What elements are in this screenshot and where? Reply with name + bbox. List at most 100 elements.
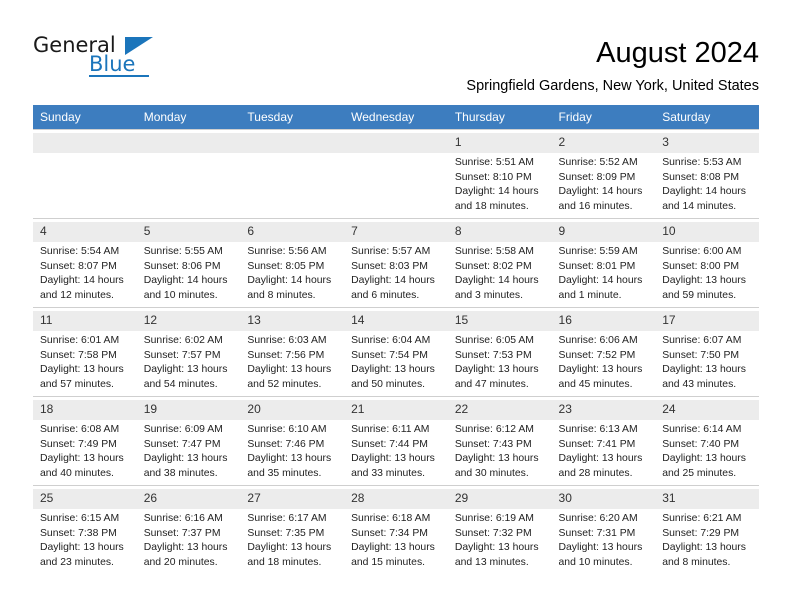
day-cell-inner (240, 129, 345, 218)
daylight-text-line2: and 3 minutes. (454, 289, 523, 301)
daylight-text-line2: and 33 minutes. (351, 467, 426, 479)
day-cell-inner: 25 Sunrise: 6:15 AM Sunset: 7:38 PM Dayligh… (33, 485, 137, 574)
sunset-text: Sunset: 7:47 PM (143, 438, 221, 450)
sunrise-text: Sunrise: 5:57 AM (351, 246, 431, 257)
logo[interactable]: General Blue (33, 34, 163, 82)
day-cell-content: 11 Sunrise: 6:01 AM Sunset: 7:58 PM Dayligh… (33, 308, 137, 392)
calendar-day-cell[interactable]: 18 Sunrise: 6:08 AM Sunset: 7:49 PM Dayligh… (33, 396, 137, 485)
day-details: Sunrise: 6:11 AM Sunset: 7:44 PM Daylight:… (351, 420, 442, 481)
calendar-day-cell[interactable]: 20 Sunrise: 6:10 AM Sunset: 7:46 PM Dayligh… (240, 396, 345, 485)
sunrise-text: Sunrise: 6:17 AM (247, 513, 327, 524)
calendar-day-cell[interactable]: 13 Sunrise: 6:03 AM Sunset: 7:56 PM Dayligh… (240, 307, 345, 396)
calendar-day-cell[interactable]: 28 Sunrise: 6:18 AM Sunset: 7:34 PM Dayligh… (344, 485, 448, 574)
sunrise-text: Sunrise: 6:12 AM (454, 424, 534, 435)
day-cell-content: 21 Sunrise: 6:11 AM Sunset: 7:44 PM Dayligh… (344, 397, 448, 481)
day-number: 10 (655, 222, 759, 242)
day-number: 19 (136, 400, 241, 420)
day-number: 22 (447, 400, 552, 420)
day-cell-inner: 15 Sunrise: 6:05 AM Sunset: 7:53 PM Dayligh… (447, 307, 552, 396)
weekday-header-saturday: Saturday (655, 105, 759, 129)
day-details: Sunrise: 5:51 AM Sunset: 8:10 PM Daylight:… (455, 153, 546, 214)
day-number (344, 133, 448, 153)
calendar-day-cell[interactable]: 7 Sunrise: 5:57 AM Sunset: 8:03 PM Daylight… (344, 218, 448, 307)
day-number (240, 133, 345, 153)
day-details: Sunrise: 6:02 AM Sunset: 7:57 PM Daylight:… (144, 331, 235, 392)
sunset-text: Sunset: 7:44 PM (351, 438, 428, 450)
calendar-week-row: 25 Sunrise: 6:15 AM Sunset: 7:38 PM Dayligh… (33, 485, 759, 574)
day-number: 18 (33, 400, 137, 420)
day-cell-content: 12 Sunrise: 6:02 AM Sunset: 7:57 PM Dayligh… (136, 308, 241, 392)
day-cell-content: 7 Sunrise: 5:57 AM Sunset: 8:03 PM Daylight… (344, 219, 448, 303)
calendar-day-cell[interactable]: 8 Sunrise: 5:58 AM Sunset: 8:02 PM Daylight… (447, 218, 552, 307)
calendar-day-cell[interactable]: 12 Sunrise: 6:02 AM Sunset: 7:57 PM Dayligh… (136, 307, 241, 396)
calendar-day-cell[interactable]: 16 Sunrise: 6:06 AM Sunset: 7:52 PM Dayligh… (551, 307, 656, 396)
sunrise-text: Sunrise: 5:52 AM (558, 157, 638, 168)
calendar-day-cell[interactable]: 23 Sunrise: 6:13 AM Sunset: 7:41 PM Dayligh… (551, 396, 656, 485)
day-cell-inner: 21 Sunrise: 6:11 AM Sunset: 7:44 PM Dayligh… (344, 396, 448, 485)
day-details: Sunrise: 6:17 AM Sunset: 7:35 PM Daylight:… (247, 509, 338, 570)
daylight-text-line1: Daylight: 13 hours (558, 453, 643, 465)
day-cell-inner: 22 Sunrise: 6:12 AM Sunset: 7:43 PM Dayligh… (447, 396, 552, 485)
day-details: Sunrise: 6:15 AM Sunset: 7:38 PM Daylight:… (40, 509, 131, 570)
day-cell-content: 22 Sunrise: 6:12 AM Sunset: 7:43 PM Dayligh… (447, 397, 552, 481)
calendar-day-cell[interactable]: 1 Sunrise: 5:51 AM Sunset: 8:10 PM Daylight… (447, 129, 552, 218)
sunset-text: Sunset: 8:08 PM (662, 171, 740, 183)
calendar-day-cell[interactable]: 15 Sunrise: 6:05 AM Sunset: 7:53 PM Dayligh… (447, 307, 552, 396)
day-number: 7 (344, 222, 448, 242)
calendar-day-cell[interactable]: 19 Sunrise: 6:09 AM Sunset: 7:47 PM Dayligh… (136, 396, 241, 485)
sunrise-text: Sunrise: 6:00 AM (662, 246, 742, 257)
day-number (136, 133, 241, 153)
sunset-text: Sunset: 7:40 PM (662, 438, 740, 450)
calendar-day-cell[interactable]: 22 Sunrise: 6:12 AM Sunset: 7:43 PM Dayligh… (447, 396, 552, 485)
day-cell-content: 8 Sunrise: 5:58 AM Sunset: 8:02 PM Daylight… (447, 219, 552, 303)
sunrise-text: Sunrise: 5:51 AM (454, 157, 534, 168)
sunrise-text: Sunrise: 5:53 AM (662, 157, 742, 168)
calendar-day-cell[interactable]: 10 Sunrise: 6:00 AM Sunset: 8:00 PM Dayligh… (655, 218, 759, 307)
logo-text-blue: Blue (89, 52, 136, 76)
sunset-text: Sunset: 7:50 PM (662, 349, 740, 361)
calendar-day-cell[interactable]: 21 Sunrise: 6:11 AM Sunset: 7:44 PM Dayligh… (344, 396, 448, 485)
day-cell-content: 30 Sunrise: 6:20 AM Sunset: 7:31 PM Dayligh… (551, 486, 656, 570)
calendar-day-cell[interactable]: 11 Sunrise: 6:01 AM Sunset: 7:58 PM Dayligh… (33, 307, 137, 396)
calendar-day-cell[interactable]: 30 Sunrise: 6:20 AM Sunset: 7:31 PM Dayligh… (551, 485, 656, 574)
calendar-day-cell[interactable]: 25 Sunrise: 6:15 AM Sunset: 7:38 PM Dayligh… (33, 485, 137, 574)
calendar-day-cell[interactable]: 14 Sunrise: 6:04 AM Sunset: 7:54 PM Dayligh… (344, 307, 448, 396)
calendar-day-cell[interactable]: 9 Sunrise: 5:59 AM Sunset: 8:01 PM Daylight… (551, 218, 656, 307)
sunset-text: Sunset: 7:41 PM (558, 438, 636, 450)
sunrise-text: Sunrise: 6:13 AM (558, 424, 638, 435)
daylight-text-line2: and 12 minutes. (40, 289, 114, 301)
day-number: 4 (33, 222, 137, 242)
sunset-text: Sunset: 7:53 PM (454, 349, 532, 361)
day-cell-content: 27 Sunrise: 6:17 AM Sunset: 7:35 PM Dayligh… (240, 486, 345, 570)
calendar-day-cell[interactable]: 27 Sunrise: 6:17 AM Sunset: 7:35 PM Dayligh… (240, 485, 345, 574)
calendar-day-cell[interactable]: 29 Sunrise: 6:19 AM Sunset: 7:32 PM Dayligh… (447, 485, 552, 574)
day-cell-inner (33, 129, 137, 218)
calendar-day-cell[interactable]: 31 Sunrise: 6:21 AM Sunset: 7:29 PM Dayligh… (655, 485, 759, 574)
calendar-day-cell[interactable]: 24 Sunrise: 6:14 AM Sunset: 7:40 PM Dayligh… (655, 396, 759, 485)
day-cell-content: 17 Sunrise: 6:07 AM Sunset: 7:50 PM Dayligh… (655, 308, 759, 392)
sunrise-text: Sunrise: 6:14 AM (662, 424, 742, 435)
day-cell-inner: 28 Sunrise: 6:18 AM Sunset: 7:34 PM Dayligh… (344, 485, 448, 574)
day-cell-inner: 8 Sunrise: 5:58 AM Sunset: 8:02 PM Daylight… (447, 218, 552, 307)
daylight-text-line1: Daylight: 13 hours (454, 542, 539, 554)
sunset-text: Sunset: 7:52 PM (558, 349, 636, 361)
day-cell-content: 20 Sunrise: 6:10 AM Sunset: 7:46 PM Dayligh… (240, 397, 345, 481)
calendar-day-cell[interactable]: 17 Sunrise: 6:07 AM Sunset: 7:50 PM Dayligh… (655, 307, 759, 396)
daylight-text-line1: Daylight: 13 hours (558, 364, 643, 376)
day-cell-inner: 17 Sunrise: 6:07 AM Sunset: 7:50 PM Dayligh… (655, 307, 759, 396)
sunset-text: Sunset: 7:43 PM (454, 438, 532, 450)
daylight-text-line2: and 28 minutes. (558, 467, 633, 479)
daylight-text-line1: Daylight: 13 hours (143, 453, 228, 465)
calendar-day-cell[interactable]: 6 Sunrise: 5:56 AM Sunset: 8:05 PM Daylight… (240, 218, 345, 307)
calendar-day-cell[interactable]: 26 Sunrise: 6:16 AM Sunset: 7:37 PM Dayligh… (136, 485, 241, 574)
daylight-text-line1: Daylight: 13 hours (40, 364, 124, 376)
day-cell-inner: 13 Sunrise: 6:03 AM Sunset: 7:56 PM Dayligh… (240, 307, 345, 396)
day-details: Sunrise: 5:55 AM Sunset: 8:06 PM Daylight:… (144, 242, 235, 303)
sunrise-text: Sunrise: 6:11 AM (351, 424, 430, 435)
calendar-day-cell[interactable]: 3 Sunrise: 5:53 AM Sunset: 8:08 PM Daylight… (655, 129, 759, 218)
calendar-day-cell[interactable]: 5 Sunrise: 5:55 AM Sunset: 8:06 PM Daylight… (136, 218, 241, 307)
calendar-day-cell[interactable]: 2 Sunrise: 5:52 AM Sunset: 8:09 PM Daylight… (551, 129, 656, 218)
day-number: 23 (551, 400, 656, 420)
day-details: Sunrise: 5:59 AM Sunset: 8:01 PM Daylight:… (559, 242, 650, 303)
calendar-day-cell[interactable]: 4 Sunrise: 5:54 AM Sunset: 8:07 PM Daylight… (33, 218, 137, 307)
